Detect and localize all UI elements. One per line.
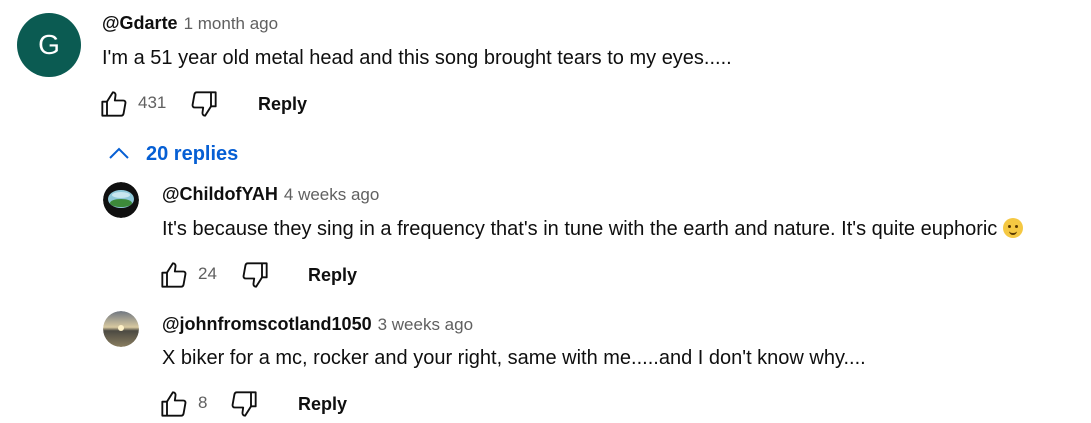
reply-button[interactable]: Reply xyxy=(258,94,307,115)
dislike-icon[interactable] xyxy=(230,390,258,423)
comment-time[interactable]: 3 weeks ago xyxy=(378,315,473,334)
reply-header: @johnfromscotland1050 3 weeks ago xyxy=(162,314,473,335)
avatar-letter: G xyxy=(38,29,60,60)
replies-count-label: 20 replies xyxy=(146,143,239,165)
reply-button[interactable]: Reply xyxy=(308,265,357,286)
smiling-tear-emoji-icon xyxy=(1003,218,1024,238)
reply-text-content: It's because they sing in a frequency th… xyxy=(162,218,998,240)
like-icon[interactable] xyxy=(160,261,188,294)
replies-toggle[interactable]: 20 replies xyxy=(108,143,238,166)
author-handle[interactable]: @johnfromscotland1050 xyxy=(162,314,372,334)
comment-header: @Gdarte 1 month ago xyxy=(102,13,278,34)
chevron-up-icon xyxy=(108,143,130,166)
reply-button[interactable]: Reply xyxy=(298,394,347,415)
like-icon[interactable] xyxy=(160,390,188,423)
dislike-icon[interactable] xyxy=(241,261,269,294)
reply-text: X biker for a mc, rocker and your right,… xyxy=(162,347,866,369)
author-handle[interactable]: @Gdarte xyxy=(102,13,178,33)
reply-header: @ChildofYAH 4 weeks ago xyxy=(162,184,379,205)
like-count: 24 xyxy=(198,264,217,283)
comment-text: I'm a 51 year old metal head and this so… xyxy=(102,47,732,69)
like-count: 431 xyxy=(138,93,167,112)
avatar[interactable] xyxy=(103,311,139,347)
dislike-icon[interactable] xyxy=(190,90,218,123)
reply-text: It's because they sing in a frequency th… xyxy=(162,218,1024,241)
like-icon[interactable] xyxy=(100,90,128,123)
comment-time[interactable]: 1 month ago xyxy=(184,14,279,33)
avatar[interactable]: G xyxy=(17,13,81,77)
avatar[interactable] xyxy=(103,182,139,218)
comment-time[interactable]: 4 weeks ago xyxy=(284,185,379,204)
author-handle[interactable]: @ChildofYAH xyxy=(162,184,278,204)
like-count: 8 xyxy=(198,393,208,412)
